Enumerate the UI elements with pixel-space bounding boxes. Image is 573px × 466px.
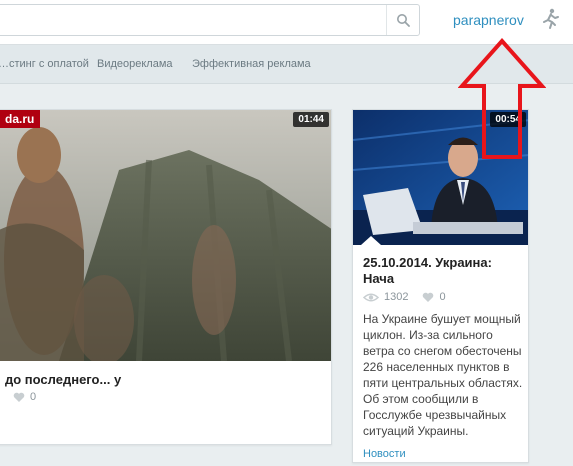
like-count: 0 xyxy=(439,291,446,303)
annotation-arrow xyxy=(458,38,546,159)
nav-item-effective-ads[interactable]: Эффективная реклама xyxy=(192,58,311,70)
username-link[interactable]: parapnerov xyxy=(453,12,524,28)
nav-item-hosting[interactable]: …стинг с оплатой xyxy=(0,58,89,70)
search-icon[interactable] xyxy=(386,5,419,35)
card-pointer xyxy=(361,236,381,245)
video-stats: 1302 0 xyxy=(363,291,446,303)
video-title[interactable]: до последнего... у xyxy=(5,372,121,387)
video-thumbnail-image xyxy=(0,110,331,361)
heart-icon[interactable] xyxy=(13,392,25,403)
eye-icon xyxy=(363,293,379,301)
runner-icon[interactable] xyxy=(540,8,560,30)
video-stats: 0 xyxy=(13,391,36,403)
nav-item-video-ads[interactable]: Видеореклама xyxy=(97,58,173,70)
like-count: 0 xyxy=(30,391,37,403)
channel-logo: da.ru xyxy=(0,110,41,128)
heart-icon[interactable] xyxy=(422,292,434,303)
view-count: 1302 xyxy=(384,291,409,303)
search-input[interactable] xyxy=(0,4,420,36)
video-duration: 01:44 xyxy=(293,112,329,127)
video-card[interactable]: 00:54 25.10.2014. Украина: Нача 1302 0 Н… xyxy=(352,109,529,463)
video-description: На Украине бушует мощный циклон. Из-за с… xyxy=(363,312,523,438)
video-thumbnail[interactable]: da.ru 01:44 xyxy=(0,110,331,361)
video-title[interactable]: 25.10.2014. Украина: Нача xyxy=(363,255,523,287)
category-link[interactable]: Новости xyxy=(363,448,406,460)
video-card[interactable]: da.ru 01:44 до последнего... у 0 xyxy=(0,109,332,445)
